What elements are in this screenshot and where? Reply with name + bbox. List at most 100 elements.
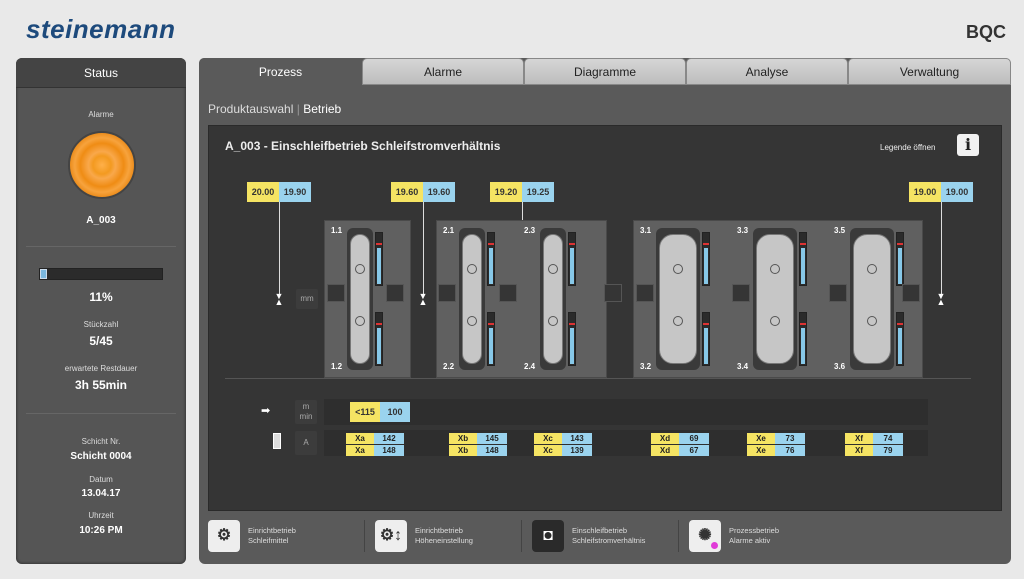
tab-diagramme[interactable]: Diagramme [524,58,686,85]
remaining-label: erwartete Restdauer [64,364,138,373]
amp-group: Xe 73 Xe 76 [747,433,805,456]
tab-verwaltung[interactable]: Verwaltung [848,58,1011,85]
head-label-bottom: 3.4 [737,362,749,371]
grinding-wheel-icon [853,234,891,364]
gauge-4-actual: 19.00 [941,182,973,202]
alarm-label: Alarme [88,110,114,119]
head-connector [732,284,750,302]
progress-bar [39,268,163,280]
panel-title: A_003 - Einschleifbetrieb Schleifstromve… [225,139,501,153]
count-label: Stückzahl [83,320,119,329]
grinding-wheel-icon [543,234,563,364]
level-bar [568,312,576,366]
amp-value: 79 [873,445,903,456]
level-bar [702,232,710,286]
amp-value: 74 [873,433,903,444]
amp-group: Xb 145 Xb 148 [449,433,507,456]
head-connector [386,284,404,302]
amp-label: Xb [449,445,477,456]
head-connector [902,284,920,302]
alarm-code: A_003 [86,215,116,226]
unit-mm: mm [296,289,318,309]
level-bar [375,232,383,286]
grinding-wheel-icon [756,234,794,364]
amp-label: Xa [346,445,374,456]
head-label-bottom: 1.2 [331,362,343,371]
head-label-top: 3.5 [834,226,846,235]
height-marker-icon: ▼▲ [418,291,428,307]
gauge-1-actual: 19.90 [279,182,311,202]
head-label-top: 2.1 [443,226,455,235]
time-label: Uhrzeit [88,511,114,520]
speed-row: <115 100 [324,399,928,425]
amp-label: Xc [534,445,562,456]
grinding-wheel-icon [659,234,697,364]
tab-analyse[interactable]: Analyse [686,58,848,85]
tab-alarme[interactable]: Alarme [362,58,524,85]
unit-speed: m min [295,400,317,424]
level-bar [799,312,807,366]
grinding-wheel-icon [462,234,482,364]
process-spinner-icon[interactable]: ✺ [689,520,721,552]
amp-value: 142 [374,433,404,444]
breadcrumb: Produktauswahl | Betrieb [208,102,342,116]
amp-label: Xf [845,433,873,444]
amp-label: Xf [845,445,873,456]
amp-value: 73 [775,433,805,444]
brand-logo: steinemann [26,14,176,44]
amp-group: Xd 69 Xd 67 [651,433,709,456]
unit-amp: A [295,431,317,455]
gear-sensor-icon[interactable]: ⚙ [208,520,240,552]
gauge-2: 19.60 19.60 [391,182,455,202]
level-bar [375,312,383,366]
tab-prozess[interactable]: Prozess [199,58,362,88]
head-label-top: 1.1 [331,226,343,235]
crumb-produktauswahl[interactable]: Produktauswahl [208,102,293,116]
amp-label: Xd [651,445,679,456]
head-connector [327,284,345,302]
gear-updown-icon[interactable]: ⚙↕ [375,520,407,552]
gauge-3-setpoint[interactable]: 19.20 [490,182,522,202]
speed-setpoint[interactable]: <115 [350,402,380,422]
alarm-lamp-icon[interactable] [68,131,136,199]
gauge-2-setpoint[interactable]: 19.60 [391,182,423,202]
main-area: Prozess Alarme Diagramme Analyse Verwalt… [199,58,1011,564]
gauge-4-setpoint[interactable]: 19.00 [909,182,941,202]
remaining-value: 3h 55min [74,378,128,392]
amp-group: Xc 143 Xc 139 [534,433,592,456]
gauge-2-actual: 19.60 [423,182,455,202]
level-bar [896,232,904,286]
amp-label: Xa [346,433,374,444]
amp-label: Xb [449,433,477,444]
head-connector [636,284,654,302]
height-marker-icon: ▼▲ [274,291,284,307]
level-bar [896,312,904,366]
mode-prozessbetrieb[interactable]: ✺ Prozessbetrieb Alarme aktiv [689,518,779,554]
height-marker-icon: ▼▲ [936,291,946,307]
mode-einrichtbetrieb-hoehe[interactable]: ⚙↕ Einrichtbetrieb Höheneinstellung [375,518,473,554]
status-sidebar: Status Alarme A_003 11% Stückzahl 5/45 e… [16,58,186,564]
level-bar [487,232,495,286]
gauge-1-setpoint[interactable]: 20.00 [247,182,279,202]
head-connector [499,284,517,302]
gauge-4: 19.00 19.00 [909,182,973,202]
amp-value: 76 [775,445,805,456]
gauge-1: 20.00 19.90 [247,182,311,202]
amp-label: Xe [747,433,775,444]
info-icon[interactable]: i [957,134,979,156]
process-panel: A_003 - Einschleifbetrieb Schleifstromve… [208,125,1002,511]
date-value: 13.04.17 [81,488,121,499]
head-connector [829,284,847,302]
machine-name: BQC [966,22,1006,42]
mode-einschleifbetrieb[interactable]: ◘ Einschleifbetrieb Schleifstromverhältni… [532,518,645,554]
grinding-wheel-icon [350,234,370,364]
grinding-head[interactable]: 2.3 2.4 [522,224,578,374]
grinding-icon[interactable]: ◘ [532,520,564,552]
legend-label: Legende öffnen [880,143,936,152]
mode-einrichtbetrieb-schleifmittel[interactable]: ⚙ Einrichtbetrieb Schleifmittel [208,518,296,554]
head-label-bottom: 3.6 [834,362,846,371]
time-value: 10:26 PM [79,525,123,536]
level-bar [702,312,710,366]
crumb-betrieb[interactable]: Betrieb [303,102,341,116]
date-label: Datum [89,475,113,484]
